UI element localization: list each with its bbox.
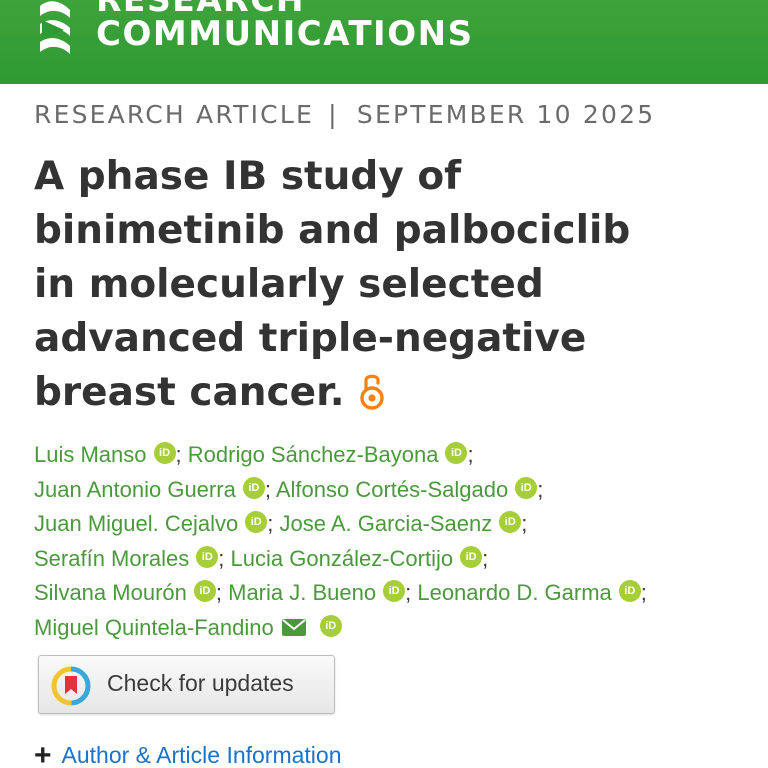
mail-icon[interactable]	[281, 618, 306, 636]
author-row: Luis Manso; Rodrigo Sánchez-Bayona;	[34, 438, 754, 473]
author-row: Silvana Mourón; Maria J. Bueno; Leonardo…	[34, 576, 754, 611]
orcid-icon[interactable]	[193, 580, 216, 602]
plus-icon: +	[34, 739, 52, 768]
author-separator: ;	[267, 511, 274, 536]
orcid-icon[interactable]	[499, 511, 522, 533]
check-for-updates-label: Check for updates	[107, 670, 294, 696]
publication-date: SEPTEMBER 10 2025	[356, 100, 656, 129]
orcid-icon[interactable]	[618, 580, 641, 602]
author-name-link[interactable]: Serafín Morales	[34, 546, 189, 571]
article-title: A phase IB study of binimetinib and palb…	[34, 150, 734, 420]
author-separator: ;	[640, 580, 647, 605]
title-line-last: breast cancer.	[34, 366, 734, 420]
author-name-link[interactable]: Juan Miguel. Cejalvo	[34, 511, 238, 536]
author-separator: ;	[405, 580, 412, 605]
author-separator: ;	[175, 442, 182, 467]
orcid-icon[interactable]	[242, 476, 265, 499]
author-name-link[interactable]: Alfonso Cortés-Salgado	[276, 477, 508, 502]
title-line: binimetinib and palbociclib	[34, 208, 631, 253]
orcid-icon[interactable]	[445, 442, 468, 464]
author-name-link[interactable]: Miguel Quintela-Fandino	[34, 615, 274, 640]
journal-name-line2: COMMUNICATIONS	[96, 14, 474, 54]
author-row: Serafín Morales; Lucia González-Cortijo;	[34, 542, 754, 577]
author-name-link[interactable]: Maria J. Bueno	[228, 580, 376, 605]
meta-separator: |	[328, 100, 339, 129]
orcid-icon[interactable]	[515, 476, 538, 499]
check-for-updates-button[interactable]: Check for updates	[38, 655, 335, 714]
title-line-text: breast cancer.	[34, 370, 345, 415]
author-separator: ;	[467, 442, 474, 467]
author-separator: ;	[482, 545, 489, 571]
author-separator: ;	[521, 511, 528, 536]
author-name-link[interactable]: Jose A. Garcia-Saenz	[279, 511, 492, 536]
orcid-icon[interactable]	[153, 442, 176, 464]
orcid-icon[interactable]	[460, 545, 483, 568]
orcid-icon[interactable]	[245, 511, 268, 533]
author-list: Luis Manso; Rodrigo Sánchez-Bayona;Juan …	[34, 438, 754, 645]
author-name-link[interactable]: Leonardo D. Garma	[417, 580, 611, 605]
title-line: advanced triple-negative	[34, 316, 587, 361]
author-separator: ;	[537, 476, 544, 502]
author-separator: ;	[264, 476, 271, 502]
author-name-link[interactable]: Luis Manso	[34, 442, 147, 467]
article-meta: RESEARCH ARTICLE | SEPTEMBER 10 2025	[34, 100, 655, 129]
author-name-link[interactable]: Silvana Mourón	[34, 580, 187, 605]
author-separator: ;	[215, 580, 222, 605]
title-line: in molecularly selected	[34, 262, 544, 307]
orcid-icon[interactable]	[196, 545, 219, 568]
orcid-icon[interactable]	[319, 614, 342, 637]
author-article-info-label: Author & Article Information	[61, 742, 342, 768]
author-name-link[interactable]: Lucia González-Cortijo	[231, 546, 454, 571]
author-separator: ;	[218, 545, 225, 571]
title-line: A phase IB study of	[34, 154, 462, 199]
orcid-icon[interactable]	[383, 580, 406, 602]
author-name-link[interactable]: Juan Antonio Guerra	[34, 477, 236, 502]
author-row: Miguel Quintela-Fandino	[34, 611, 754, 646]
crossmark-icon	[51, 666, 91, 706]
author-row: Juan Miguel. Cejalvo; Jose A. Garcia-Sae…	[34, 507, 754, 542]
article-type: RESEARCH ARTICLE	[34, 100, 314, 129]
author-row: Juan Antonio Guerra; Alfonso Cortés-Salg…	[34, 473, 754, 508]
journal-logo-icon	[40, 1, 70, 54]
open-access-lock-icon[interactable]	[359, 371, 385, 411]
journal-header: RESEARCH COMMUNICATIONS	[0, 0, 768, 84]
author-name-link[interactable]: Rodrigo Sánchez-Bayona	[188, 442, 439, 467]
author-article-info-toggle[interactable]: + Author & Article Information	[34, 739, 342, 768]
